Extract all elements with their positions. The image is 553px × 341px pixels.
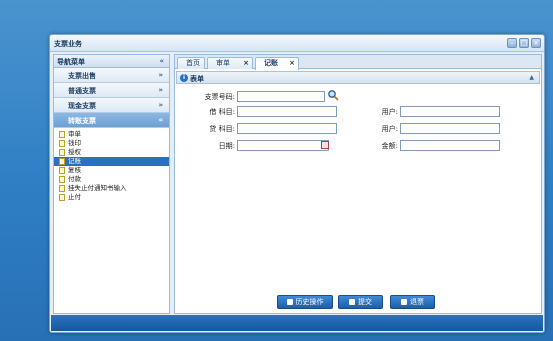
search-icon[interactable] bbox=[327, 89, 339, 101]
document-icon bbox=[59, 140, 65, 147]
button-label: 提交 bbox=[358, 298, 372, 306]
tab-label: 记账 bbox=[264, 59, 278, 67]
tree-item[interactable]: 授权 bbox=[54, 148, 169, 157]
amount-label: 金额: bbox=[381, 142, 398, 150]
tab-bookkeeping[interactable]: 记账 × bbox=[255, 57, 299, 70]
return-check-button[interactable]: 退票 bbox=[390, 295, 435, 309]
button-label: 退票 bbox=[410, 298, 424, 306]
window-title: 支票业务 bbox=[54, 40, 82, 48]
check-no-label: 支票号码: bbox=[204, 93, 235, 101]
tab-label: 首页 bbox=[186, 59, 200, 67]
maximize-button[interactable]: □ bbox=[519, 38, 529, 48]
user1-input[interactable] bbox=[400, 106, 500, 117]
window-controls: – □ × bbox=[507, 38, 541, 48]
user2-input[interactable] bbox=[400, 123, 500, 134]
tab-label: 审单 bbox=[216, 59, 230, 67]
close-tab-icon[interactable]: × bbox=[243, 58, 249, 69]
title-bar: 支票业务 – □ × bbox=[50, 35, 544, 52]
credit-account-input[interactable] bbox=[237, 123, 337, 134]
document-icon bbox=[59, 149, 65, 156]
close-tab-icon[interactable]: × bbox=[289, 58, 295, 69]
collapse-panel-icon[interactable]: ▲ bbox=[529, 74, 534, 81]
history-button[interactable]: 历史操作 bbox=[277, 295, 333, 309]
document-icon bbox=[59, 194, 65, 201]
section-label: 普通支票 bbox=[68, 87, 96, 95]
info-icon: i bbox=[180, 74, 188, 82]
calendar-icon[interactable] bbox=[321, 141, 329, 149]
form-panel-header: i 表单 ▲ bbox=[176, 71, 540, 84]
nav-sidebar: 导航菜单 « 支票出售 » 普通支票 » 现金支票 » 转账支票 « 审单 钱印… bbox=[53, 54, 170, 314]
action-bar: 历史操作 提交 退票 bbox=[175, 291, 541, 311]
document-icon bbox=[59, 131, 65, 138]
expand-icon: » bbox=[158, 71, 163, 79]
app-window: 支票业务 – □ × 导航菜单 « 支票出售 » 普通支票 » 现金支票 » 转… bbox=[49, 34, 545, 333]
collapse-sidebar-icon[interactable]: « bbox=[159, 57, 164, 65]
section-label: 现金支票 bbox=[68, 102, 96, 110]
minimize-button[interactable]: – bbox=[507, 38, 517, 48]
check-no-input[interactable] bbox=[237, 91, 325, 102]
document-icon bbox=[59, 176, 65, 183]
button-label: 历史操作 bbox=[295, 298, 324, 306]
submit-icon bbox=[349, 299, 355, 305]
close-button[interactable]: × bbox=[531, 38, 541, 48]
panel-title: 表单 bbox=[190, 75, 204, 83]
section-ordinary-check[interactable]: 普通支票 » bbox=[54, 83, 169, 98]
sidebar-header: 导航菜单 « bbox=[54, 55, 169, 68]
amount-input[interactable] bbox=[400, 140, 500, 151]
transfer-check-tree: 审单 钱印 授权 记账 复核 付款 挂失止付通知书输入 止付 bbox=[54, 128, 169, 202]
user2-label: 用户: bbox=[381, 125, 398, 133]
document-icon bbox=[59, 167, 65, 174]
section-cash-check[interactable]: 现金支票 » bbox=[54, 98, 169, 113]
tree-item[interactable]: 钱印 bbox=[54, 139, 169, 148]
document-icon bbox=[59, 185, 65, 192]
document-icon bbox=[59, 158, 65, 165]
tree-item[interactable]: 付款 bbox=[54, 175, 169, 184]
section-check-sale[interactable]: 支票出售 » bbox=[54, 68, 169, 83]
credit-account-label: 贷 科目: bbox=[209, 125, 235, 133]
section-transfer-check[interactable]: 转账支票 « bbox=[54, 113, 169, 128]
tab-review[interactable]: 审单 × bbox=[207, 57, 253, 69]
magnifier-icon bbox=[286, 299, 293, 305]
tree-item[interactable]: 复核 bbox=[54, 166, 169, 175]
submit-button[interactable]: 提交 bbox=[338, 295, 383, 309]
expand-icon: » bbox=[158, 101, 163, 109]
debit-account-label: 借 科目: bbox=[209, 108, 235, 116]
date-input[interactable] bbox=[237, 140, 329, 151]
tree-item[interactable]: 审单 bbox=[54, 130, 169, 139]
expand-icon: » bbox=[158, 86, 163, 94]
return-icon bbox=[401, 299, 407, 305]
collapse-icon: « bbox=[158, 116, 163, 124]
section-label: 转账支票 bbox=[68, 117, 96, 125]
section-label: 支票出售 bbox=[68, 72, 96, 80]
tree-item[interactable]: 止付 bbox=[54, 193, 169, 202]
date-label: 日期: bbox=[218, 142, 235, 150]
tree-item[interactable]: 挂失止付通知书输入 bbox=[54, 184, 169, 193]
main-content: 首页 审单 × 记账 × i 表单 ▲ 支票号码: 借 科目: 用户: 贷 科目… bbox=[174, 54, 542, 314]
tab-home[interactable]: 首页 bbox=[177, 57, 205, 69]
status-bar bbox=[51, 315, 543, 331]
user1-label: 用户: bbox=[381, 108, 398, 116]
sidebar-title: 导航菜单 bbox=[57, 58, 85, 66]
tab-strip: 首页 审单 × 记账 × bbox=[175, 55, 541, 70]
tree-item[interactable]: 记账 bbox=[54, 157, 169, 166]
debit-account-input[interactable] bbox=[237, 106, 337, 117]
